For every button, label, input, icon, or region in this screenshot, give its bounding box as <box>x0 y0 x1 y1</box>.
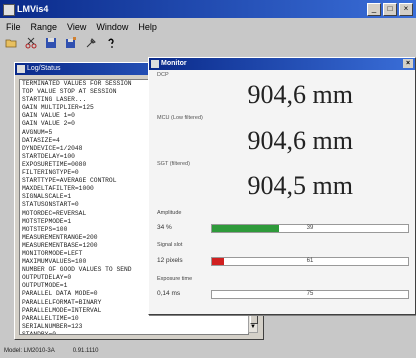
amplitude-bar: 39 <box>211 224 409 233</box>
open-icon[interactable] <box>4 36 18 50</box>
menu-window[interactable]: Window <box>96 20 128 34</box>
help-icon[interactable] <box>104 36 118 50</box>
bar-value-text: 12 pixels <box>157 257 183 264</box>
save-icon[interactable] <box>44 36 58 50</box>
measurement-label: DCP <box>157 72 169 78</box>
status-model: Model: LM2010-3A <box>4 348 55 354</box>
menu-file[interactable]: File <box>6 20 21 34</box>
bar-text: 39 <box>306 225 314 231</box>
save-all-icon[interactable] <box>64 36 78 50</box>
measurement-value: 904,6 mm <box>247 126 353 155</box>
app-icon <box>3 4 15 16</box>
app-window: LMVis4 _ □ × File Range View Window Help <box>0 0 416 358</box>
bar-text: 75 <box>306 291 314 297</box>
toolbar <box>4 36 118 52</box>
monitor-title-text: Monitor <box>161 60 187 67</box>
measurement-value: 904,5 mm <box>247 171 353 200</box>
bar-value-text: 0,14 ms <box>157 290 181 297</box>
exposure-bar: 75 <box>211 290 409 299</box>
menu-view[interactable]: View <box>67 20 86 34</box>
measurement-label: SGT (filtered) <box>157 161 190 167</box>
monitor-window-icon <box>151 60 159 68</box>
monitor-close-button[interactable]: × <box>403 59 413 68</box>
bar-text: 61 <box>306 258 314 264</box>
status-bar: Model: LM2010-3A 0.91.1110 <box>0 344 416 358</box>
bar-value-text: 34 % <box>157 224 172 231</box>
scroll-down-arrow[interactable]: ▼ <box>250 323 256 331</box>
measurement-label: MCU (Low filtered) <box>157 115 203 121</box>
close-button[interactable]: × <box>399 3 413 16</box>
monitor-window-title: Monitor × <box>149 58 415 70</box>
status-version: 0.91.1110 <box>72 348 99 354</box>
signal-bar: 61 <box>211 257 409 266</box>
menu-range[interactable]: Range <box>31 20 58 34</box>
window-title: LMVis4 <box>17 4 49 14</box>
settings-icon[interactable] <box>84 36 98 50</box>
log-line: STANDBY=0 <box>22 330 57 335</box>
cut-icon[interactable] <box>24 36 38 50</box>
monitor-window: Monitor × DCP 904,6 mm MCU (Low filtered… <box>148 57 416 315</box>
measurement-value: 904,6 mm <box>247 80 353 109</box>
bar-label: Signal slot <box>157 242 183 248</box>
menu-help[interactable]: Help <box>138 20 157 34</box>
bar-label: Exposure time <box>157 276 193 282</box>
log-line: PARALLELTIME=10 <box>22 314 79 322</box>
menu-bar: File Range View Window Help <box>0 20 416 34</box>
bar-label: Amplitude <box>157 210 182 216</box>
log-window-icon <box>17 65 25 73</box>
log-line: SERIALNUMBER=123 <box>22 322 83 330</box>
log-title-text: Log/Status <box>27 65 61 72</box>
title-bar: LMVis4 _ □ × <box>0 0 416 18</box>
minimize-button[interactable]: _ <box>367 3 381 16</box>
maximize-button[interactable]: □ <box>383 3 397 16</box>
